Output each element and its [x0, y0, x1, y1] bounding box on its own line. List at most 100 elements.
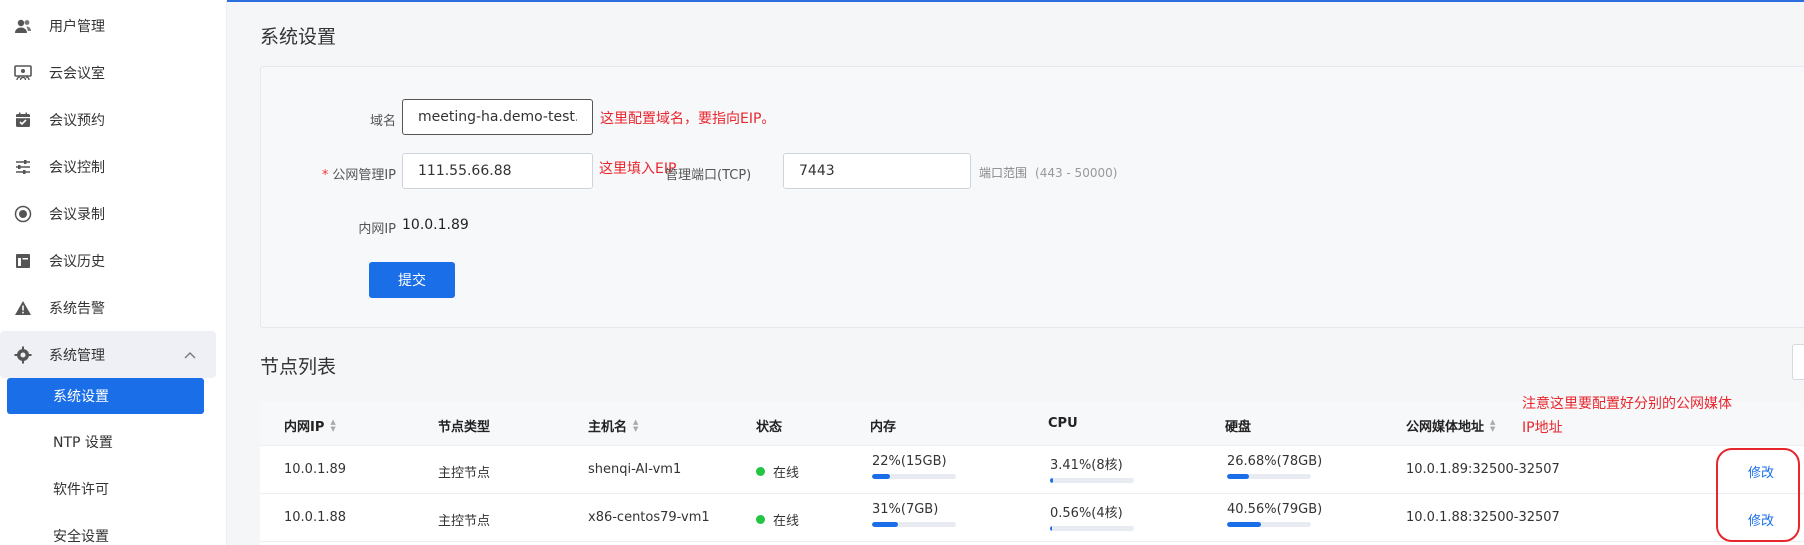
- sort-icon[interactable]: ▲ ▼: [633, 418, 638, 433]
- record-icon: [14, 205, 32, 223]
- memory-bar: [872, 522, 956, 527]
- public-ip-label: * 公网管理IP: [291, 164, 396, 183]
- domain-input[interactable]: [402, 99, 593, 135]
- internal-ip-label: 内网IP: [358, 222, 396, 237]
- media-address-annotation: 注意这里要配置好分别的公网媒体IP地址: [1522, 396, 1732, 436]
- disk-meter: 40.56%(79GB): [1227, 502, 1322, 527]
- sidebar-subitem-label: 安全设置: [53, 529, 109, 545]
- col-node-type: 节点类型: [438, 416, 490, 435]
- cell-media-address: 10.0.1.88:32500-32507: [1406, 510, 1560, 525]
- port-input[interactable]: [783, 153, 971, 189]
- memory-meter: 31%(7GB): [872, 502, 956, 527]
- toolbar-button[interactable]: [1792, 344, 1804, 380]
- sidebar-subitem-label: 系统设置: [53, 389, 109, 405]
- disk-bar: [1227, 522, 1311, 527]
- node-list-title: 节点列表: [260, 356, 337, 378]
- sidebar-subitem-system-settings[interactable]: 系统设置: [7, 378, 204, 414]
- cpu-text: 0.56%(4核): [1050, 506, 1123, 521]
- sidebar-subitem-security[interactable]: 安全设置: [7, 518, 204, 545]
- sidebar-item-label: 系统告警: [49, 300, 105, 317]
- cpu-bar: [1050, 526, 1134, 531]
- sort-icon[interactable]: ▲ ▼: [330, 418, 335, 433]
- online-dot: [756, 515, 765, 524]
- cell-ip: 10.0.1.89: [284, 462, 347, 477]
- history-icon: [14, 252, 32, 270]
- col-label: 状态: [756, 420, 783, 435]
- memory-fill: [872, 522, 899, 527]
- col-public-media-address[interactable]: 公网媒体地址 ▲ ▼: [1406, 416, 1495, 435]
- memory-text: 22%(15GB): [872, 454, 947, 469]
- col-label: 硬盘: [1225, 420, 1252, 435]
- cpu-fill: [1050, 478, 1053, 483]
- calendar-icon: [14, 111, 32, 129]
- col-disk: 硬盘: [1225, 416, 1251, 435]
- sidebar-group-system[interactable]: 系统管理: [0, 331, 216, 378]
- port-range-hint: 端口范围 (443 - 50000): [979, 164, 1117, 181]
- sidebar-item-label: 云会议室: [49, 65, 105, 82]
- sidebar-item-label: 会议历史: [49, 253, 105, 270]
- cell-status: 在线: [756, 510, 799, 529]
- meeting-room-icon: [14, 64, 32, 82]
- disk-fill: [1227, 474, 1250, 479]
- col-internal-ip[interactable]: 内网IP ▲ ▼: [284, 416, 336, 435]
- col-status: 状态: [756, 416, 782, 435]
- sidebar-item-booking[interactable]: 会议预约: [0, 96, 227, 143]
- port-range-hint-text: 端口范围: [979, 166, 1028, 180]
- sidebar-subitem-label: 软件许可: [53, 482, 109, 498]
- sidebar-item-alarm[interactable]: 系统告警: [0, 284, 227, 331]
- settings-form: 域名 这里配置域名，要指向EIP。 *公网管理IP 这里填入EIP 管理端口(T…: [260, 66, 1804, 328]
- table-row: 10.0.1.89 主控节点 shenqi-AI-vm1 在线 22%(15GB…: [260, 446, 1804, 494]
- cell-host: x86-centos79-vm1: [588, 510, 710, 525]
- col-label: 公网媒体地址: [1406, 420, 1485, 435]
- cell-media-address: 10.0.1.89:32500-32507: [1406, 462, 1560, 477]
- public-ip-label-text: 公网管理IP: [332, 168, 396, 183]
- col-label: 内存: [870, 420, 897, 435]
- warning-icon: [14, 299, 32, 317]
- chevron-up-icon[interactable]: [184, 348, 196, 362]
- memory-meter: 22%(15GB): [872, 454, 956, 479]
- main-content: 系统设置 域名 这里配置域名，要指向EIP。 *公网管理IP 这里填入EIP 管…: [227, 2, 1804, 545]
- cell-type: 主控节点: [438, 466, 491, 481]
- sidebar-subitem-label: NTP 设置: [53, 435, 113, 451]
- cell-host: shenqi-AI-vm1: [588, 462, 682, 477]
- col-label: 内网IP: [284, 420, 325, 435]
- sidebar-item-label: 会议录制: [49, 206, 105, 223]
- domain-label: 域名: [369, 114, 396, 129]
- sidebar-item-recording[interactable]: 会议录制: [0, 190, 227, 237]
- gear-icon: [14, 346, 32, 364]
- col-hostname[interactable]: 主机名 ▲ ▼: [588, 416, 638, 435]
- sidebar-item-history[interactable]: 会议历史: [0, 237, 227, 284]
- disk-text: 40.56%(79GB): [1227, 502, 1323, 517]
- sidebar-item-label: 会议控制: [49, 159, 105, 176]
- cpu-meter: 3.41%(8核): [1050, 454, 1134, 483]
- disk-fill: [1227, 522, 1262, 527]
- cpu-meter: 0.56%(4核): [1050, 502, 1134, 531]
- users-icon: [14, 17, 32, 35]
- col-label: 节点类型: [438, 420, 491, 435]
- required-mark: *: [321, 168, 329, 183]
- sidebar-item-meeting-room[interactable]: 云会议室: [0, 49, 227, 96]
- sidebar: 用户管理 云会议室 会议预约 会议控制 会议录制 会议历史 系统告警 系统管理 …: [0, 0, 227, 545]
- sidebar-group-label: 系统管理: [49, 347, 105, 364]
- status-text: 在线: [773, 466, 800, 481]
- disk-text: 26.68%(78GB): [1227, 454, 1323, 469]
- table-row: 10.0.1.88 主控节点 x86-centos79-vm1 在线 31%(7…: [260, 494, 1804, 542]
- cpu-text: 3.41%(8核): [1050, 458, 1123, 473]
- port-label: 管理端口(TCP): [665, 168, 752, 183]
- disk-bar: [1227, 474, 1311, 479]
- sidebar-item-users[interactable]: 用户管理: [0, 2, 227, 49]
- sliders-icon: [14, 158, 32, 176]
- cpu-fill: [1050, 526, 1052, 531]
- sidebar-item-control[interactable]: 会议控制: [0, 143, 227, 190]
- page-title: 系统设置: [260, 26, 337, 48]
- domain-annotation: 这里配置域名，要指向EIP。: [600, 111, 776, 127]
- annotation-circle: [1716, 448, 1800, 542]
- sidebar-subitem-ntp[interactable]: NTP 设置: [7, 424, 204, 460]
- online-dot: [756, 467, 765, 476]
- submit-button[interactable]: 提交: [369, 262, 455, 298]
- sort-icon[interactable]: ▲ ▼: [1490, 418, 1495, 433]
- cell-type: 主控节点: [438, 514, 491, 529]
- public-ip-input[interactable]: [402, 153, 593, 189]
- sidebar-subitem-license[interactable]: 软件许可: [7, 471, 204, 507]
- app-window: 用户管理 云会议室 会议预约 会议控制 会议录制 会议历史 系统告警 系统管理 …: [0, 0, 1804, 545]
